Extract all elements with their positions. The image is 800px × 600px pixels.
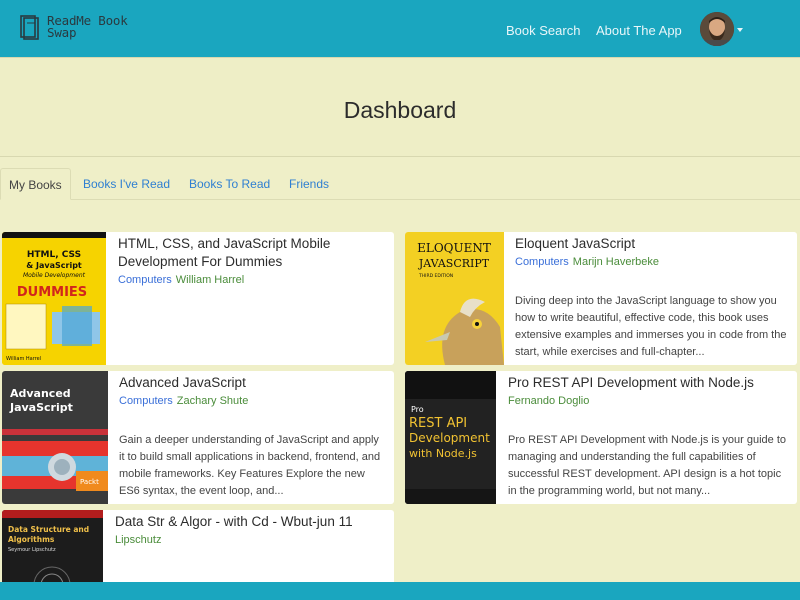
svg-text:Development: Development	[409, 431, 490, 445]
tab-friends[interactable]: Friends	[289, 168, 329, 200]
book-title: Pro REST API Development with Node.js	[508, 375, 754, 390]
book-card[interactable]: HTML, CSS & JavaScript Mobile Developmen…	[2, 232, 394, 365]
book-author[interactable]: Lipschutz	[115, 534, 161, 546]
book-meta: Computers William Harrel	[118, 273, 244, 287]
tab-books-read[interactable]: Books I've Read	[83, 168, 170, 200]
book-title: Advanced JavaScript	[119, 375, 246, 390]
svg-text:REST API: REST API	[409, 416, 467, 431]
book-cover-art: Data Structure and Algorithms Seymour Li…	[2, 510, 103, 590]
book-meta: Lipschutz	[115, 533, 161, 547]
svg-text:Algorithms: Algorithms	[8, 535, 55, 544]
book-cover-art: Advanced JavaScript Packt	[2, 371, 108, 504]
brand-name: ReadMe Book Swap	[47, 13, 128, 40]
book-author[interactable]: Zachary Shute	[177, 395, 249, 407]
book-description: Gain a deeper understanding of JavaScrip…	[119, 434, 381, 497]
footer-bar	[0, 582, 800, 600]
book-description: Pro REST API Development with Node.js is…	[508, 434, 786, 497]
book-author[interactable]: William Harrel	[176, 274, 244, 286]
svg-text:ELOQUENT: ELOQUENT	[417, 241, 491, 255]
user-photo-icon	[700, 12, 734, 46]
tab-books-to-read[interactable]: Books To Read	[189, 168, 270, 200]
book-cover-image: HTML, CSS & JavaScript Mobile Developmen…	[2, 232, 106, 365]
book-description: Diving deep into the JavaScript language…	[515, 295, 787, 358]
book-category[interactable]: Computers	[118, 274, 172, 286]
book-cover-art: HTML, CSS & JavaScript Mobile Developmen…	[2, 232, 106, 365]
book-category[interactable]: Computers	[119, 395, 173, 407]
svg-text:Data Structure and: Data Structure and	[8, 525, 89, 534]
svg-text:JavaScript: JavaScript	[9, 401, 73, 414]
svg-text:with Node.js: with Node.js	[409, 447, 477, 460]
book-card[interactable]: ELOQUENT JAVASCRIPT THIRD EDITION Eloque…	[405, 232, 797, 365]
brand-logo-link[interactable]: ReadMe Book Swap	[20, 14, 128, 40]
book-meta: Computers Marijn Haverbeke	[515, 255, 659, 269]
book-card[interactable]: Data Structure and Algorithms Seymour Li…	[2, 510, 394, 590]
book-cover-image: Data Structure and Algorithms Seymour Li…	[2, 510, 103, 590]
book-author[interactable]: Fernando Doglio	[508, 395, 589, 407]
dashboard-tabs: My Books Books I've Read Books To Read F…	[0, 168, 800, 200]
svg-text:DUMMIES: DUMMIES	[17, 285, 87, 300]
book-meta: Fernando Doglio	[508, 394, 589, 408]
book-icon	[20, 15, 39, 40]
svg-text:HTML, CSS: HTML, CSS	[27, 250, 81, 260]
svg-text:Mobile Development: Mobile Development	[23, 272, 86, 279]
book-title: Data Str & Algor - with Cd - Wbut-jun 11	[115, 514, 353, 529]
tab-my-books[interactable]: My Books	[0, 168, 71, 200]
book-cover-image: Advanced JavaScript Packt	[2, 371, 108, 504]
book-cover-image: Pro REST API Development with Node.js	[405, 371, 496, 504]
top-navbar: ReadMe Book Swap Book Search About The A…	[0, 0, 800, 57]
svg-text:William Harrel: William Harrel	[6, 356, 41, 362]
book-title: Eloquent JavaScript	[515, 236, 636, 251]
svg-text:& JavaScript: & JavaScript	[26, 261, 82, 270]
svg-text:Seymour Lipschutz: Seymour Lipschutz	[8, 547, 56, 553]
user-menu-caret-icon[interactable]	[737, 28, 743, 32]
svg-text:Advanced: Advanced	[10, 387, 71, 400]
book-meta: Computers Zachary Shute	[119, 394, 248, 408]
book-category[interactable]: Computers	[515, 256, 569, 268]
book-cover-art: ELOQUENT JAVASCRIPT THIRD EDITION	[405, 232, 504, 365]
page-title: Dashboard	[343, 97, 457, 123]
page-header: Dashboard	[0, 57, 800, 157]
book-cover-image: ELOQUENT JAVASCRIPT THIRD EDITION	[405, 232, 504, 365]
book-cover-art: Pro REST API Development with Node.js	[405, 371, 496, 504]
svg-text:Pro: Pro	[411, 405, 424, 414]
svg-text:JAVASCRIPT: JAVASCRIPT	[418, 257, 490, 270]
book-card[interactable]: Pro REST API Development with Node.js Pr…	[405, 371, 797, 504]
svg-text:Packt: Packt	[80, 478, 99, 486]
book-title: HTML, CSS, and JavaScript Mobile Develop…	[118, 236, 331, 269]
user-avatar[interactable]	[700, 12, 734, 46]
book-card[interactable]: Advanced JavaScript Packt Advanced JavaS…	[2, 371, 394, 504]
nav-about-link[interactable]: About The App	[596, 23, 682, 38]
book-author[interactable]: Marijn Haverbeke	[573, 256, 659, 268]
svg-text:THIRD EDITION: THIRD EDITION	[418, 273, 453, 279]
nav-book-search-link[interactable]: Book Search	[506, 23, 580, 38]
